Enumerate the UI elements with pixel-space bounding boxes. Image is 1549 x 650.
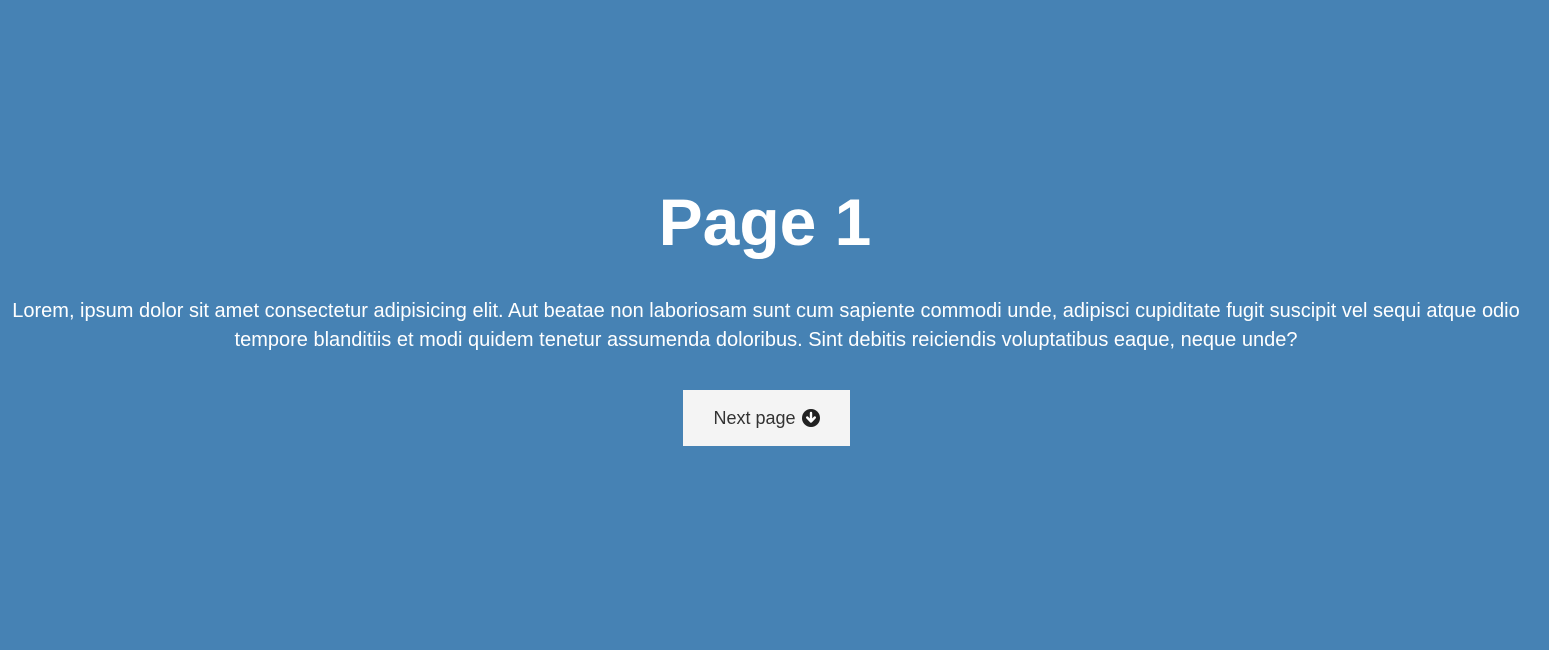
arrow-circle-down-icon (801, 409, 820, 427)
intro-paragraph: Lorem, ipsum dolor sit amet consectetur … (12, 300, 1520, 351)
next-page-label: Next page (713, 407, 796, 428)
next-page-button[interactable]: Next page (683, 390, 850, 446)
page-section: Page 1 Lorem, ipsum dolor sit amet conse… (0, 0, 1549, 650)
page-title: Page 1 (658, 185, 872, 259)
